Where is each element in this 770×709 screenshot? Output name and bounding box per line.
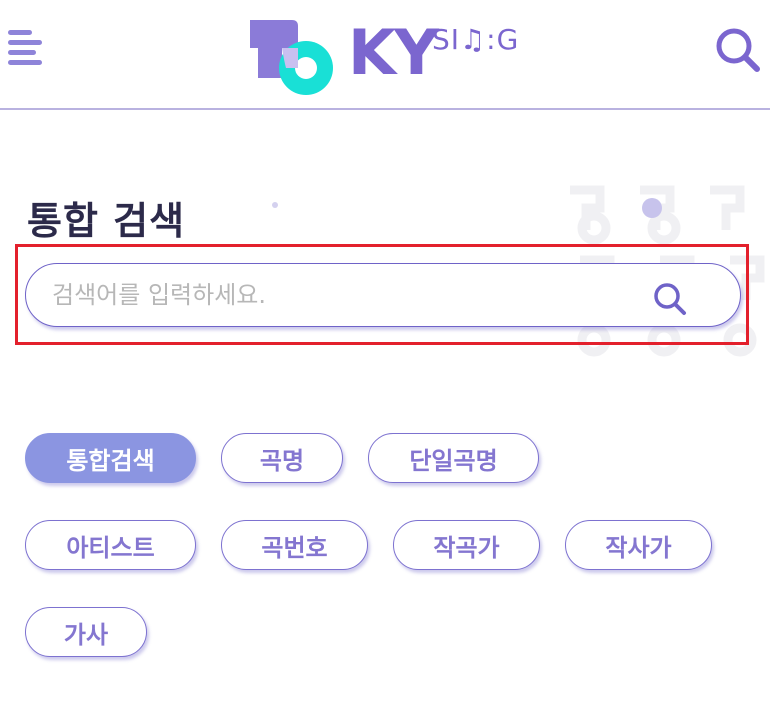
filter-chip-song-number[interactable]: 곡번호 (221, 520, 368, 570)
search-icon (716, 28, 760, 72)
logo-text-ky: KY (348, 16, 439, 89)
filter-chip-song-title[interactable]: 곡명 (221, 433, 343, 483)
search-field (25, 263, 741, 327)
header-divider (0, 108, 770, 110)
app-header: KY SI♫:G (0, 0, 770, 110)
menu-line (8, 50, 36, 55)
menu-line (8, 30, 32, 35)
search-icon (654, 283, 686, 315)
logo-mark-icon (250, 20, 333, 95)
page-title: 통합 검색 (27, 199, 186, 243)
filter-chip-lyricist[interactable]: 작사가 (565, 520, 712, 570)
search-submit-button[interactable] (652, 281, 688, 317)
kysing-logo[interactable]: KY SI♫:G (248, 16, 518, 102)
filter-chip-single-title[interactable]: 단일곡명 (368, 433, 539, 483)
menu-line (8, 60, 42, 65)
search-input[interactable] (52, 274, 652, 316)
filter-chip-integrated[interactable]: 통합검색 (25, 433, 196, 483)
menu-line (8, 40, 42, 45)
filter-chip-composer[interactable]: 작곡가 (393, 520, 540, 570)
hamburger-menu-button[interactable] (8, 30, 44, 66)
decorative-dot (272, 202, 278, 208)
filter-chip-lyrics[interactable]: 가사 (25, 607, 147, 657)
header-search-button[interactable] (712, 24, 764, 76)
logo-text-sing: SI♫:G (432, 23, 520, 56)
filter-chip-artist[interactable]: 아티스트 (25, 520, 196, 570)
